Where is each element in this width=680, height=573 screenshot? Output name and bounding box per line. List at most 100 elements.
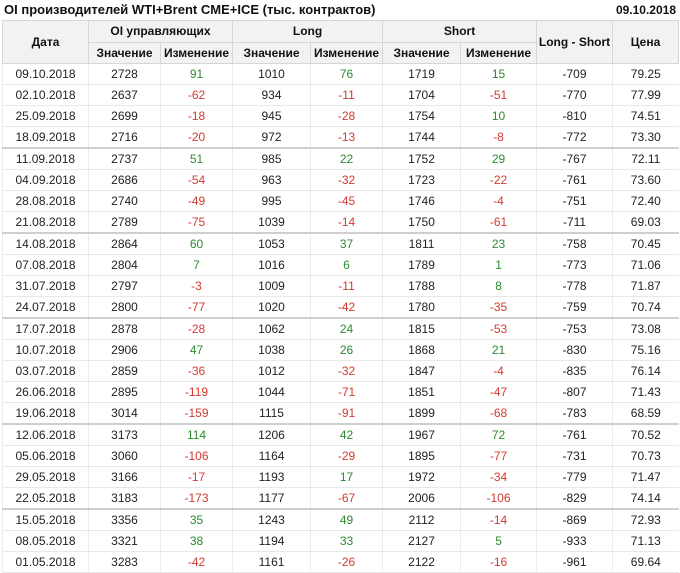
- price-cell: 72.40: [612, 190, 679, 212]
- report-date: 09.10.2018: [615, 3, 676, 17]
- table-row: 17.07.2018 2878 -28 1062 24 1815 -53 -753 73.08: [2, 317, 679, 340]
- date-cell: 10.07.2018: [2, 339, 89, 361]
- long-minus-short-cell: -783: [536, 402, 613, 425]
- oi-change-cell: -36: [159, 360, 233, 382]
- long-change-cell: 76: [310, 63, 383, 85]
- header-price: Цена: [612, 20, 680, 64]
- oi-change-cell: -49: [159, 190, 233, 212]
- price-cell: 77.99: [612, 84, 679, 106]
- long-change-cell: -91: [310, 402, 383, 425]
- short-value-cell: 2127: [382, 530, 461, 552]
- long-value-cell: 1193: [232, 466, 311, 488]
- oi-change-cell: -77: [159, 296, 233, 319]
- oi-change-cell: 114: [159, 423, 233, 446]
- long-change-cell: -13: [310, 126, 383, 149]
- oi-value-cell: 2906: [88, 339, 161, 361]
- long-change-cell: -71: [310, 381, 383, 403]
- price-cell: 71.47: [612, 466, 679, 488]
- long-change-cell: -45: [310, 190, 383, 212]
- short-change-cell: 15: [460, 63, 537, 85]
- oi-change-cell: 91: [159, 63, 233, 85]
- date-cell: 26.06.2018: [2, 381, 89, 403]
- long-value-cell: 1115: [232, 402, 311, 425]
- long-minus-short-cell: -772: [536, 126, 613, 149]
- date-cell: 22.05.2018: [2, 487, 89, 510]
- long-minus-short-cell: -709: [536, 63, 613, 85]
- short-change-cell: 23: [460, 232, 537, 255]
- long-minus-short-cell: -807: [536, 381, 613, 403]
- date-cell: 12.06.2018: [2, 423, 89, 446]
- long-minus-short-cell: -751: [536, 190, 613, 212]
- date-cell: 21.08.2018: [2, 211, 89, 234]
- date-cell: 15.05.2018: [2, 508, 89, 531]
- long-minus-short-cell: -869: [536, 508, 613, 531]
- short-change-cell: -47: [460, 381, 537, 403]
- short-value-cell: 1750: [382, 211, 461, 234]
- long-change-cell: 17: [310, 466, 383, 488]
- date-cell: 25.09.2018: [2, 105, 89, 127]
- short-value-cell: 1895: [382, 445, 461, 467]
- long-value-cell: 972: [232, 126, 311, 149]
- price-cell: 70.74: [612, 296, 679, 319]
- table-row: 07.08.2018 2804 7 1016 6 1789 1 -773 71.06: [2, 254, 679, 276]
- long-change-cell: 24: [310, 317, 383, 340]
- short-change-cell: -34: [460, 466, 537, 488]
- short-value-cell: 1972: [382, 466, 461, 488]
- table-row: 18.09.2018 2716 -20 972 -13 1744 -8 -772 73.30: [2, 126, 679, 149]
- short-change-cell: -53: [460, 317, 537, 340]
- oi-value-cell: 3173: [88, 423, 161, 446]
- title-bar: OI производителей WTI+Brent CME+ICE (тыс…: [0, 0, 680, 20]
- table-row: 26.06.2018 2895 -119 1044 -71 1851 -47 -807 71.4…: [2, 381, 679, 403]
- table-row: 24.07.2018 2800 -77 1020 -42 1780 -35 -759 70.74: [2, 296, 679, 319]
- short-value-cell: 1744: [382, 126, 461, 149]
- short-value-cell: 1967: [382, 423, 461, 446]
- short-value-cell: 2112: [382, 508, 461, 531]
- price-cell: 79.25: [612, 63, 679, 85]
- short-value-cell: 1719: [382, 63, 461, 85]
- price-cell: 70.45: [612, 232, 679, 255]
- oi-value-cell: 2859: [88, 360, 161, 382]
- long-minus-short-cell: -830: [536, 339, 613, 361]
- short-change-cell: -106: [460, 487, 537, 510]
- oi-change-cell: 38: [159, 530, 233, 552]
- long-minus-short-cell: -961: [536, 551, 613, 573]
- long-change-cell: -42: [310, 296, 383, 319]
- oi-value-cell: 2686: [88, 169, 161, 191]
- long-minus-short-cell: -731: [536, 445, 613, 467]
- table-row: 09.10.2018 2728 91 1010 76 1719 15 -709 79.25: [2, 63, 679, 85]
- price-cell: 74.14: [612, 487, 679, 510]
- header-long-group: Long: [232, 20, 384, 43]
- oi-change-cell: -119: [159, 381, 233, 403]
- short-change-cell: 1: [460, 254, 537, 276]
- header-long-minus-short: Long - Short: [536, 20, 614, 64]
- date-cell: 24.07.2018: [2, 296, 89, 319]
- date-cell: 19.06.2018: [2, 402, 89, 425]
- oi-change-cell: -28: [159, 317, 233, 340]
- date-cell: 08.05.2018: [2, 530, 89, 552]
- date-cell: 31.07.2018: [2, 275, 89, 297]
- short-value-cell: 1847: [382, 360, 461, 382]
- short-change-cell: -35: [460, 296, 537, 319]
- table-row: 04.09.2018 2686 -54 963 -32 1723 -22 -761 73.60: [2, 169, 679, 191]
- table-row: 03.07.2018 2859 -36 1012 -32 1847 -4 -835 76.14: [2, 360, 679, 382]
- table-header: Дата OI управляющих Long Short Long - Sh…: [2, 20, 680, 64]
- oi-value-cell: 2878: [88, 317, 161, 340]
- price-cell: 71.43: [612, 381, 679, 403]
- long-minus-short-cell: -770: [536, 84, 613, 106]
- short-change-cell: -14: [460, 508, 537, 531]
- short-value-cell: 1754: [382, 105, 461, 127]
- table-row: 15.05.2018 3356 35 1243 49 2112 -14 -869 72.93: [2, 508, 679, 531]
- short-value-cell: 1780: [382, 296, 461, 319]
- short-value-cell: 1752: [382, 147, 461, 170]
- table-row: 02.10.2018 2637 -62 934 -11 1704 -51 -770 77.99: [2, 84, 679, 106]
- price-cell: 73.08: [612, 317, 679, 340]
- header-oi-group: OI управляющих: [87, 20, 234, 43]
- short-change-cell: 21: [460, 339, 537, 361]
- short-change-cell: -51: [460, 84, 537, 106]
- price-cell: 71.87: [612, 275, 679, 297]
- short-change-cell: -4: [460, 190, 537, 212]
- oi-change-cell: -159: [159, 402, 233, 425]
- oi-value-cell: 3283: [88, 551, 161, 573]
- short-change-cell: -4: [460, 360, 537, 382]
- long-value-cell: 963: [232, 169, 311, 191]
